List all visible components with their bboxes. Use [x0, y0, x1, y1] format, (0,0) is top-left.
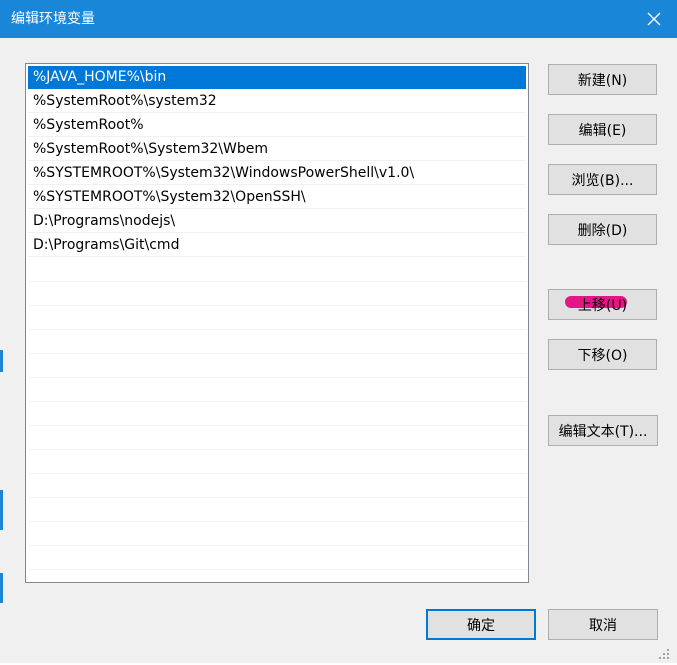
window-edge-accent: [0, 350, 3, 372]
move-up-button[interactable]: 上移(U): [548, 289, 657, 320]
path-list[interactable]: %JAVA_HOME%\bin %SystemRoot%\system32 %S…: [25, 63, 529, 583]
move-down-button-label: 下移(O): [577, 347, 628, 364]
empty-row-line: [28, 305, 526, 306]
ok-button[interactable]: 确定: [426, 609, 536, 640]
close-icon: [647, 12, 661, 26]
title-bar: 编辑环境变量: [0, 0, 677, 38]
window-edge-accent: [0, 490, 3, 530]
delete-button[interactable]: 删除(D): [548, 214, 657, 245]
path-list-item[interactable]: %SYSTEMROOT%\System32\OpenSSH\: [28, 186, 526, 209]
empty-row-line: [28, 329, 526, 330]
empty-row-line: [28, 521, 526, 522]
path-list-item[interactable]: D:\Programs\nodejs\: [28, 210, 526, 233]
edit-button[interactable]: 编辑(E): [548, 114, 657, 145]
empty-row-line: [28, 281, 526, 282]
path-list-item[interactable]: %SYSTEMROOT%\System32\WindowsPowerShell\…: [28, 162, 526, 185]
empty-row-line: [28, 545, 526, 546]
close-button[interactable]: [631, 0, 677, 38]
edit-text-button-label: 编辑文本(T)...: [558, 423, 648, 440]
path-list-item[interactable]: %SystemRoot%: [28, 114, 526, 137]
browse-button-label: 浏览(B)...: [571, 172, 634, 189]
new-button-label: 新建(N): [577, 72, 628, 89]
empty-row-line: [28, 377, 526, 378]
new-button[interactable]: 新建(N): [548, 64, 657, 95]
delete-button-label: 删除(D): [577, 222, 628, 239]
resize-grip-icon[interactable]: [657, 646, 671, 660]
path-list-item[interactable]: %SystemRoot%\system32: [28, 90, 526, 113]
empty-row-line: [28, 425, 526, 426]
cancel-button[interactable]: 取消: [548, 609, 658, 640]
path-list-item[interactable]: D:\Programs\Git\cmd: [28, 234, 526, 257]
cancel-button-label: 取消: [589, 617, 617, 634]
empty-row-line: [28, 449, 526, 450]
empty-row-line: [28, 401, 526, 402]
window-title: 编辑环境变量: [11, 11, 95, 27]
path-list-item[interactable]: %JAVA_HOME%\bin: [28, 66, 526, 89]
edit-button-label: 编辑(E): [578, 122, 627, 139]
empty-row-line: [28, 569, 526, 570]
browse-button[interactable]: 浏览(B)...: [548, 164, 657, 195]
window-edge-accent: [0, 573, 3, 603]
empty-row-line: [28, 497, 526, 498]
edit-text-button[interactable]: 编辑文本(T)...: [548, 415, 658, 446]
move-down-button[interactable]: 下移(O): [548, 339, 657, 370]
empty-row-line: [28, 353, 526, 354]
empty-row-line: [28, 473, 526, 474]
ok-button-label: 确定: [467, 617, 495, 634]
path-list-item[interactable]: %SystemRoot%\System32\Wbem: [28, 138, 526, 161]
move-up-button-label: 上移(U): [577, 297, 628, 314]
